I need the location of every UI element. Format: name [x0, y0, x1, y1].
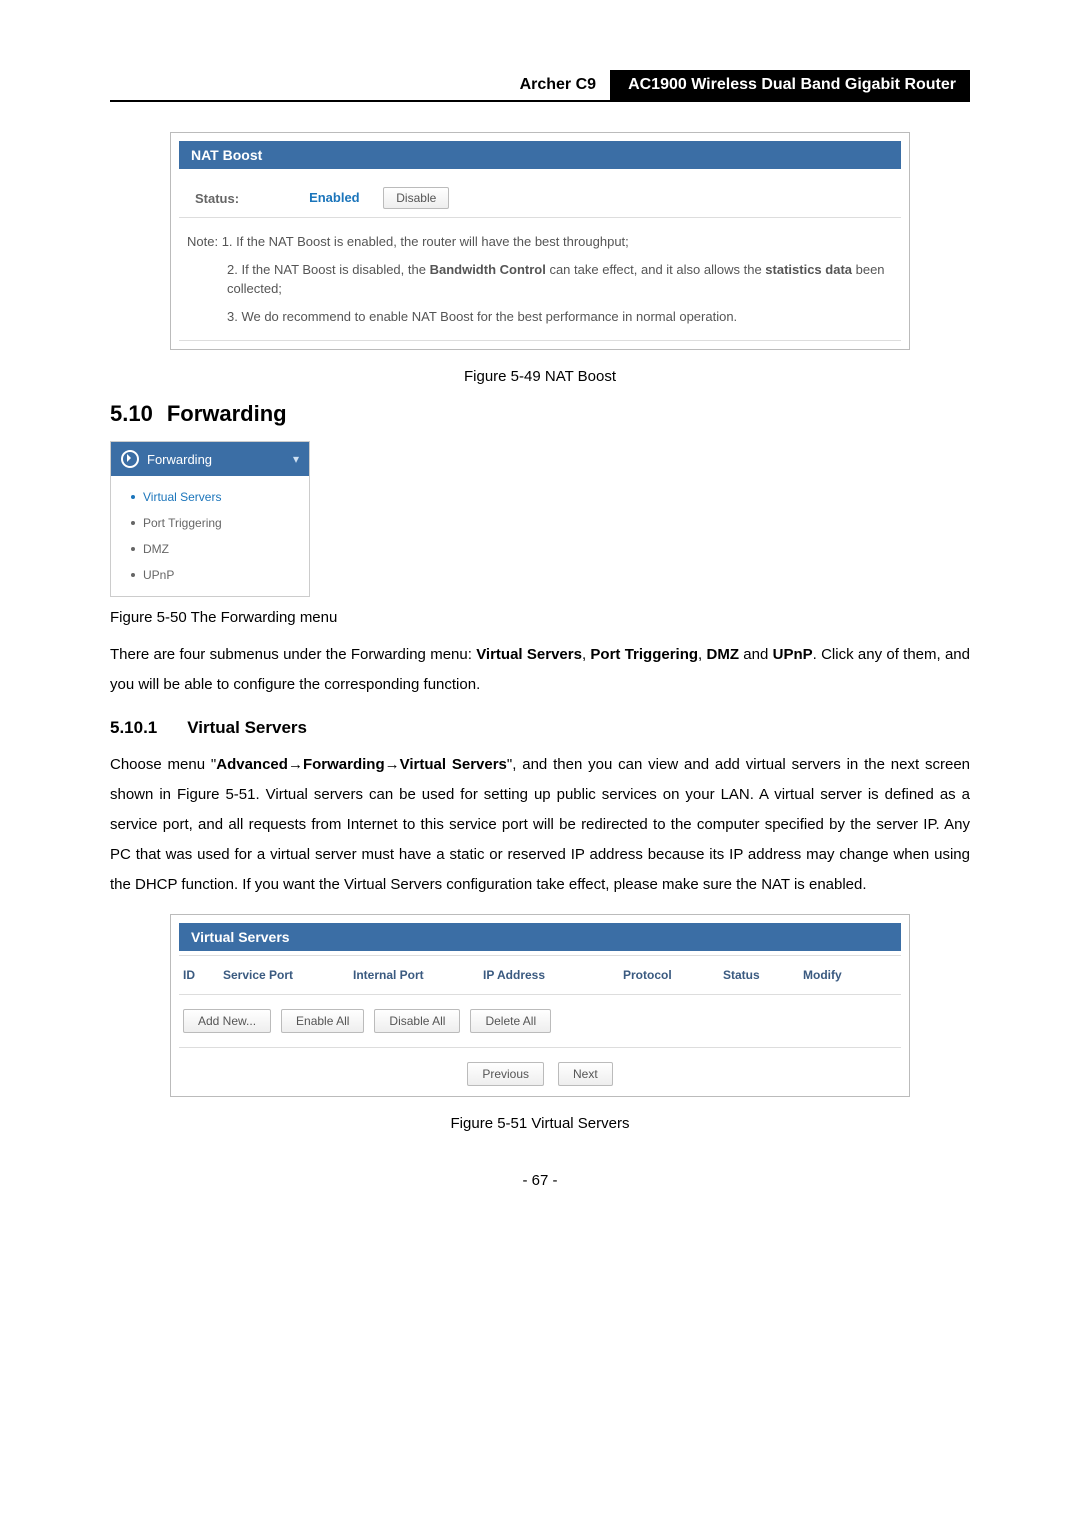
divider	[179, 994, 901, 995]
nat-note-1: Note: 1. If the NAT Boost is enabled, th…	[171, 228, 909, 256]
action-button-row: Add New... Enable All Disable All Delete…	[171, 999, 909, 1043]
subsection-number: 5.10.1	[110, 718, 157, 738]
header-rule	[110, 100, 970, 102]
forwarding-menu-panel: Forwarding ▾ Virtual Servers Port Trigge…	[110, 441, 310, 597]
subsection-heading-virtual-servers: 5.10.1 Virtual Servers	[110, 718, 970, 738]
section-number: 5.10	[110, 401, 153, 427]
delete-all-button[interactable]: Delete All	[470, 1009, 551, 1033]
item-label: UPnP	[143, 568, 174, 582]
pagination-row: Previous Next	[171, 1052, 909, 1096]
item-label: DMZ	[143, 542, 169, 556]
header-title: AC1900 Wireless Dual Band Gigabit Router	[614, 70, 970, 100]
next-button[interactable]: Next	[558, 1062, 613, 1086]
figure-caption-51: Figure 5-51 Virtual Servers	[110, 1115, 970, 1132]
section-title: Forwarding	[167, 401, 287, 427]
figure-caption-50: Figure 5-50 The Forwarding menu	[110, 609, 970, 626]
bullet-icon	[131, 547, 135, 551]
item-label: Virtual Servers	[143, 490, 221, 504]
col-internal-port: Internal Port	[353, 968, 473, 982]
col-ip-address: IP Address	[483, 968, 613, 982]
chevron-down-icon: ▾	[293, 452, 299, 466]
add-new-button[interactable]: Add New...	[183, 1009, 271, 1033]
note-prefix: Note:	[187, 234, 222, 249]
nat-bottom-rule	[179, 340, 901, 341]
page-number: - 67 -	[110, 1172, 970, 1189]
col-modify: Modify	[803, 968, 863, 982]
forwarding-menu-title: Forwarding	[147, 452, 212, 467]
sidebar-item-virtual-servers[interactable]: Virtual Servers	[111, 484, 309, 510]
previous-button[interactable]: Previous	[467, 1062, 544, 1086]
nat-boost-title: NAT Boost	[179, 141, 901, 169]
page-header: Archer C9 AC1900 Wireless Dual Band Giga…	[110, 70, 970, 102]
nat-note-2: 2. If the NAT Boost is disabled, the Ban…	[171, 256, 909, 303]
virtual-servers-title: Virtual Servers	[179, 923, 901, 951]
divider	[179, 955, 901, 956]
figure-caption-49: Figure 5-49 NAT Boost	[110, 368, 970, 385]
forwarding-menu-header[interactable]: Forwarding ▾	[111, 442, 309, 476]
enable-all-button[interactable]: Enable All	[281, 1009, 364, 1033]
bullet-icon	[131, 573, 135, 577]
forwarding-icon	[121, 450, 139, 468]
status-label: Status:	[195, 191, 239, 206]
col-status: Status	[723, 968, 793, 982]
paragraph-virtual-servers: Choose menu "Advanced→Forwarding→Virtual…	[110, 750, 970, 900]
virtual-servers-panel: Virtual Servers ID Service Port Internal…	[170, 914, 910, 1097]
header-model: Archer C9	[506, 70, 614, 100]
disable-all-button[interactable]: Disable All	[374, 1009, 460, 1033]
status-enabled-text: Enabled	[309, 190, 360, 205]
divider	[179, 1047, 901, 1048]
col-protocol: Protocol	[623, 968, 713, 982]
nat-boost-panel: NAT Boost Status: Enabled Disable Note: …	[170, 132, 910, 350]
item-label: Port Triggering	[143, 516, 222, 530]
subsection-title: Virtual Servers	[187, 718, 307, 738]
section-heading-forwarding: 5.10 Forwarding	[110, 401, 970, 427]
nat-note-3: 3. We do recommend to enable NAT Boost f…	[171, 303, 909, 331]
bullet-icon	[131, 521, 135, 525]
sidebar-item-dmz[interactable]: DMZ	[111, 536, 309, 562]
paragraph-submenus: There are four submenus under the Forwar…	[110, 640, 970, 700]
disable-button[interactable]: Disable	[383, 187, 449, 209]
bullet-icon	[131, 495, 135, 499]
table-header-row: ID Service Port Internal Port IP Address…	[171, 960, 909, 990]
col-id: ID	[183, 968, 213, 982]
sidebar-item-upnp[interactable]: UPnP	[111, 562, 309, 588]
note1-text: 1. If the NAT Boost is enabled, the rout…	[222, 234, 629, 249]
col-service-port: Service Port	[223, 968, 343, 982]
nat-status-row: Status: Enabled Disable	[179, 179, 901, 218]
sidebar-item-port-triggering[interactable]: Port Triggering	[111, 510, 309, 536]
